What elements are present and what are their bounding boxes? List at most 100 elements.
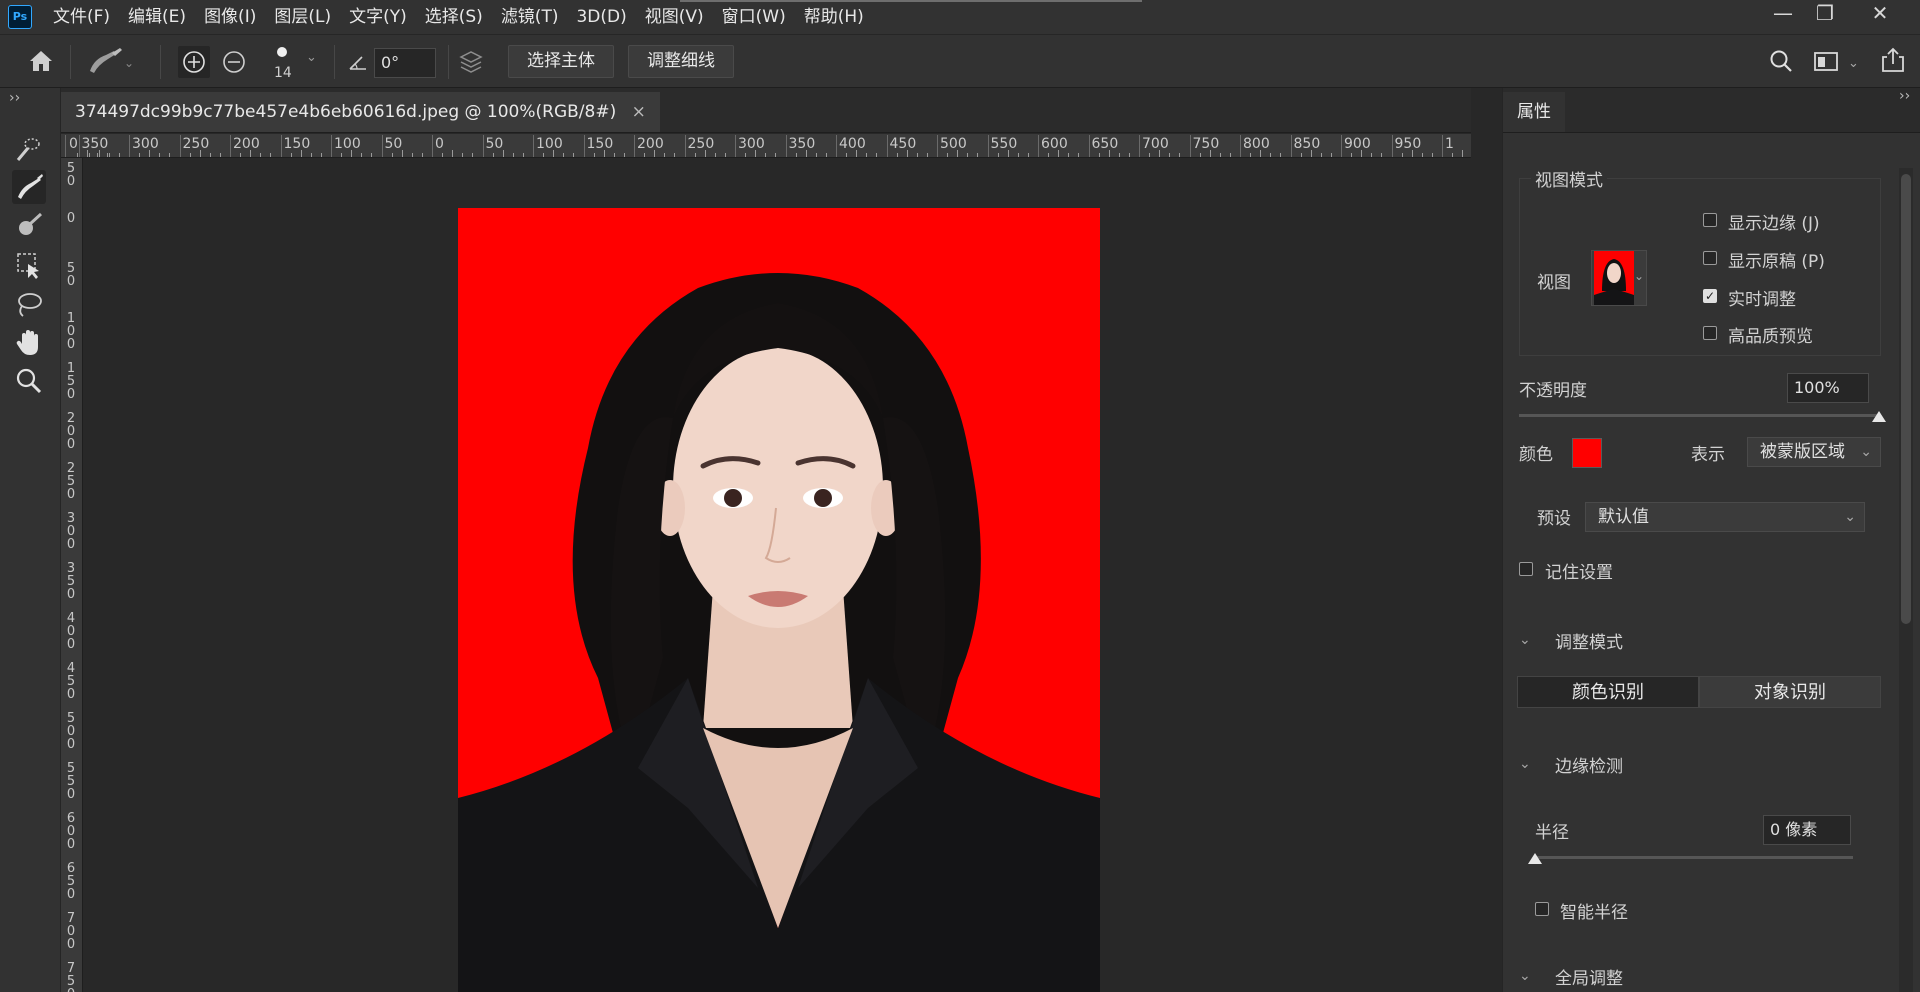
search-icon[interactable] (1767, 47, 1795, 75)
ruler-minor-tick (967, 153, 968, 157)
ruler-minor-tick (573, 153, 574, 157)
portrait-photo[interactable] (458, 208, 1100, 992)
menu-3d[interactable]: 3D(D) (567, 0, 635, 34)
menu-filter[interactable]: 滤镜(T) (492, 0, 568, 34)
ruler-label: 600 (1041, 136, 1068, 152)
ruler-label: 550 (990, 136, 1018, 152)
home-icon[interactable] (26, 46, 56, 76)
preset-select[interactable]: 默认值 ⌄ (1585, 502, 1865, 532)
brush-tool-icon[interactable] (12, 208, 46, 242)
radius-input[interactable]: 0 像素 (1763, 815, 1851, 845)
lasso-icon[interactable] (12, 288, 46, 322)
view-thumbnail[interactable]: ⌄ (1591, 250, 1647, 306)
menu-edit[interactable]: 编辑(E) (119, 0, 195, 34)
opacity-input[interactable]: 100% (1787, 373, 1869, 403)
refine-hair-button[interactable]: 调整细线 (628, 45, 734, 78)
ruler-minor-tick (139, 153, 140, 157)
zoom-icon[interactable] (12, 364, 46, 398)
workspace-icon[interactable]: ⌄ (1812, 49, 1862, 75)
expand-panel-icon[interactable]: ›› (1899, 88, 1910, 104)
share-icon[interactable] (1879, 46, 1907, 74)
segment-object-aware[interactable]: 对象识别 (1699, 676, 1881, 708)
remember-settings-checkbox[interactable] (1519, 562, 1533, 576)
panel-scrollbar[interactable] (1899, 168, 1913, 992)
radius-slider-thumb[interactable] (1528, 853, 1542, 864)
ruler-minor-tick (522, 153, 524, 157)
tools-panel: ›› (0, 88, 61, 992)
select-subject-button[interactable]: 选择主体 (508, 45, 614, 78)
ruler-minor-tick (1300, 153, 1302, 157)
adjust-mode-title[interactable]: 调整模式 (1555, 628, 1623, 653)
ruler-minor-tick (775, 153, 776, 157)
radius-slider-track[interactable] (1535, 856, 1853, 859)
global-refinements-title[interactable]: 全局调整 (1555, 964, 1623, 989)
show-edge-checkbox[interactable] (1703, 213, 1717, 227)
real-time-refinement-checkbox[interactable]: ✓ (1703, 289, 1717, 303)
ruler-label: 0 (69, 136, 78, 152)
close-button[interactable]: ✕ (1855, 0, 1905, 28)
chevron-down-icon[interactable]: ⌄ (1519, 756, 1531, 772)
quick-selection-icon[interactable] (12, 132, 46, 166)
canvas-area[interactable] (84, 158, 1471, 992)
menu-view[interactable]: 视图(V) (636, 0, 713, 34)
document-tab-bar: 374497dc99b9c77be457e4b6eb60616d.jpeg @ … (61, 88, 1471, 133)
menu-layer[interactable]: 图层(L) (265, 0, 340, 34)
sample-all-layers-icon[interactable] (456, 47, 486, 77)
opacity-slider-thumb[interactable] (1872, 411, 1886, 422)
show-edge-label: 显示边缘 (J) (1728, 214, 1820, 234)
ruler-label: 50 (66, 261, 76, 289)
chevron-down-icon: ⌄ (1860, 444, 1872, 460)
chevron-down-icon[interactable]: ⌄ (1519, 968, 1531, 984)
menu-help[interactable]: 帮助(H) (795, 0, 873, 34)
ruler-label: 550 (66, 761, 76, 802)
menu-window[interactable]: 窗口(W) (713, 0, 795, 34)
high-quality-preview-checkbox[interactable] (1703, 326, 1717, 340)
chevron-down-icon[interactable]: ⌄ (1634, 269, 1644, 283)
subtract-from-selection-icon[interactable] (218, 46, 250, 78)
svg-text:⌄: ⌄ (1848, 56, 1859, 71)
chevron-down-icon[interactable]: ⌄ (1519, 632, 1531, 648)
refine-brush-icon[interactable]: ⌄ (84, 45, 134, 79)
ruler-tick (735, 135, 736, 157)
refine-edge-brush-icon[interactable] (12, 170, 46, 204)
menu-image[interactable]: 图像(I) (195, 0, 265, 34)
ruler-minor-tick (654, 150, 655, 157)
ruler-tick (432, 135, 433, 157)
close-tab-icon[interactable]: × (632, 102, 646, 122)
ruler-minor-tick (88, 153, 90, 157)
smart-radius-checkbox[interactable] (1535, 902, 1549, 916)
ruler-minor-tick (290, 153, 292, 157)
show-select[interactable]: 被蒙版区域 ⌄ (1747, 437, 1881, 467)
real-time-refinement-label: 实时调整 (1728, 290, 1796, 310)
edge-detection-title[interactable]: 边缘检测 (1555, 752, 1623, 777)
add-to-selection-icon[interactable] (178, 46, 210, 78)
ruler-label: 950 (1394, 136, 1422, 152)
panel-scrollbar-thumb[interactable] (1901, 174, 1911, 624)
opacity-label: 不透明度 (1519, 381, 1587, 401)
ruler-minor-tick (1058, 150, 1059, 157)
ruler-minor-tick (512, 153, 514, 157)
overlay-color-swatch[interactable] (1572, 438, 1602, 468)
segment-color-aware[interactable]: 颜色识别 (1517, 676, 1699, 708)
ruler-tick (533, 135, 534, 157)
chevron-down-icon[interactable]: ⌄ (306, 50, 317, 65)
brush-preview-icon[interactable] (277, 47, 287, 57)
hand-icon[interactable] (12, 326, 46, 360)
opacity-slider-track[interactable] (1519, 414, 1879, 417)
document-tab[interactable]: 374497dc99b9c77be457e4b6eb60616d.jpeg @ … (61, 92, 660, 132)
show-original-checkbox[interactable] (1703, 251, 1717, 265)
object-selection-icon[interactable] (12, 248, 46, 282)
brush-size[interactable]: 14 (274, 65, 292, 81)
menu-select[interactable]: 选择(S) (416, 0, 492, 34)
ruler-label: 800 (1243, 136, 1270, 152)
collapse-toolbar-icon[interactable]: ›› (9, 90, 20, 106)
angle-input[interactable]: 0° (374, 48, 436, 78)
tab-properties[interactable]: 属性 (1503, 92, 1565, 132)
ruler-minor-tick (1411, 150, 1413, 157)
menu-type[interactable]: 文字(Y) (340, 0, 416, 34)
ruler-minor-tick (472, 153, 473, 157)
ruler-minor-tick (1159, 150, 1160, 157)
restore-button[interactable]: ❐ (1800, 0, 1850, 28)
menu-file[interactable]: 文件(F) (44, 0, 119, 34)
ruler-minor-tick (341, 153, 342, 157)
